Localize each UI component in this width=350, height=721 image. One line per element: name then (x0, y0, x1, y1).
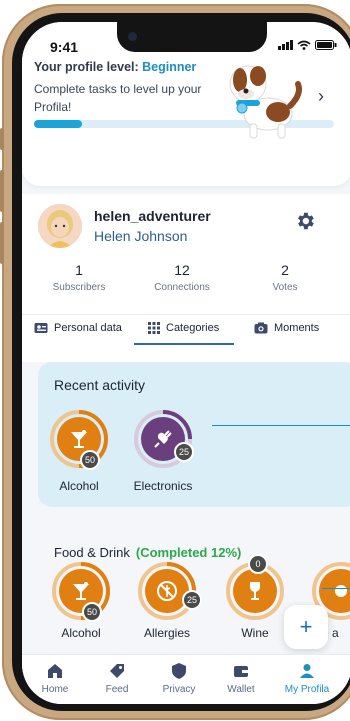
section-title-food-drink: Food & Drink (Completed 12%) (54, 545, 241, 560)
category-allergies[interactable]: 25 (138, 562, 202, 626)
stat-votes[interactable]: 2 Votes (240, 262, 330, 293)
nav-label: My Profila (284, 684, 330, 695)
stat-value: 2 (281, 262, 289, 278)
wallet-icon (234, 666, 248, 677)
gear-icon[interactable] (294, 210, 316, 232)
level-progress-fill (34, 120, 82, 128)
nav-label: Feed (105, 684, 129, 695)
id-card-icon (34, 323, 48, 333)
profile-level-description: Complete tasks to level up your Profila! (34, 82, 202, 114)
notch (117, 22, 267, 52)
category-label: Electronics (133, 479, 193, 493)
points-badge: 50 (80, 450, 100, 470)
stat-value: 12 (174, 262, 190, 278)
category-wine[interactable]: 0 (226, 554, 290, 626)
status-time: 9:41 (50, 39, 79, 55)
signal-icon (278, 40, 293, 50)
recent-activity-title: Recent activity (54, 377, 146, 393)
grid-icon (148, 322, 160, 334)
nav-my-profila[interactable]: My Profila (272, 662, 342, 695)
pointer-line (322, 588, 350, 589)
active-tab-indicator (134, 343, 234, 345)
chevron-right-icon[interactable]: › (318, 86, 324, 107)
add-button[interactable]: + (284, 605, 328, 649)
profile-level-prefix: Your profile level: (34, 60, 143, 74)
category-alcohol[interactable]: 50 (50, 410, 114, 474)
camera (128, 32, 137, 41)
tag-icon (110, 664, 124, 678)
wine-glass-icon (250, 582, 260, 600)
stat-label: Votes (272, 282, 298, 293)
phone-screen: 9:41 Your profile level: Beginner Comple… (22, 22, 350, 704)
nav-home[interactable]: Home (26, 662, 84, 695)
tab-label: Categories (166, 322, 220, 334)
no-wheat-icon (157, 581, 177, 601)
category-circle (145, 569, 189, 613)
tab-personal-data[interactable]: Personal data (34, 322, 122, 334)
section-title-text: Food & Drink (54, 545, 130, 560)
stat-subscribers[interactable]: 1 Subscribers (34, 262, 124, 293)
plug-icon (154, 430, 172, 448)
food-icon (335, 585, 347, 597)
points-badge: 50 (82, 602, 102, 622)
category-label: Allergies (143, 626, 191, 640)
tab-label: Personal data (54, 322, 122, 334)
shield-icon (172, 663, 186, 679)
cocktail-icon (71, 430, 87, 448)
side-button (0, 128, 4, 150)
profile-level-text: Your profile level: Beginner (34, 60, 196, 74)
side-button (0, 170, 4, 212)
person-icon (300, 664, 314, 678)
wifi-icon (297, 40, 311, 50)
nav-feed[interactable]: Feed (88, 662, 146, 695)
nav-wallet[interactable]: Wallet (212, 662, 270, 695)
category-label: Alcohol (61, 626, 101, 640)
full-name: Helen Johnson (94, 228, 188, 244)
battery-icon (315, 40, 337, 50)
category-label: Alcohol (59, 479, 99, 493)
points-badge: 25 (174, 442, 194, 462)
nav-label: Home (41, 684, 69, 695)
category-circle (233, 569, 277, 613)
tab-moments[interactable]: Moments (254, 322, 319, 334)
profile-level-value: Beginner (142, 60, 197, 74)
camera-icon (254, 322, 268, 334)
cocktail-icon (73, 582, 89, 600)
stat-value: 1 (75, 262, 83, 278)
points-badge: 0 (248, 554, 268, 574)
stat-label: Connections (154, 282, 210, 293)
completion-percentage: (Completed 12%) (135, 545, 242, 560)
points-badge: 25 (182, 590, 202, 610)
stat-connections[interactable]: 12 Connections (137, 262, 227, 293)
dog-mascot-icon (229, 65, 302, 139)
home-icon (48, 664, 62, 678)
nav-privacy[interactable]: Privacy (150, 662, 208, 695)
tab-categories[interactable]: Categories (148, 322, 219, 334)
avatar[interactable] (38, 204, 82, 248)
category-electronics[interactable]: 25 (134, 410, 198, 474)
pointer-line (212, 425, 350, 426)
tab-label: Moments (274, 322, 320, 334)
side-button (0, 222, 4, 264)
stat-label: Subscribers (52, 282, 106, 293)
nav-label: Privacy (162, 684, 196, 695)
category-alcohol[interactable]: 50 (52, 562, 116, 626)
username: helen_adventurer (94, 208, 211, 224)
avatar-image (38, 204, 82, 248)
nav-label: Wallet (227, 684, 255, 695)
